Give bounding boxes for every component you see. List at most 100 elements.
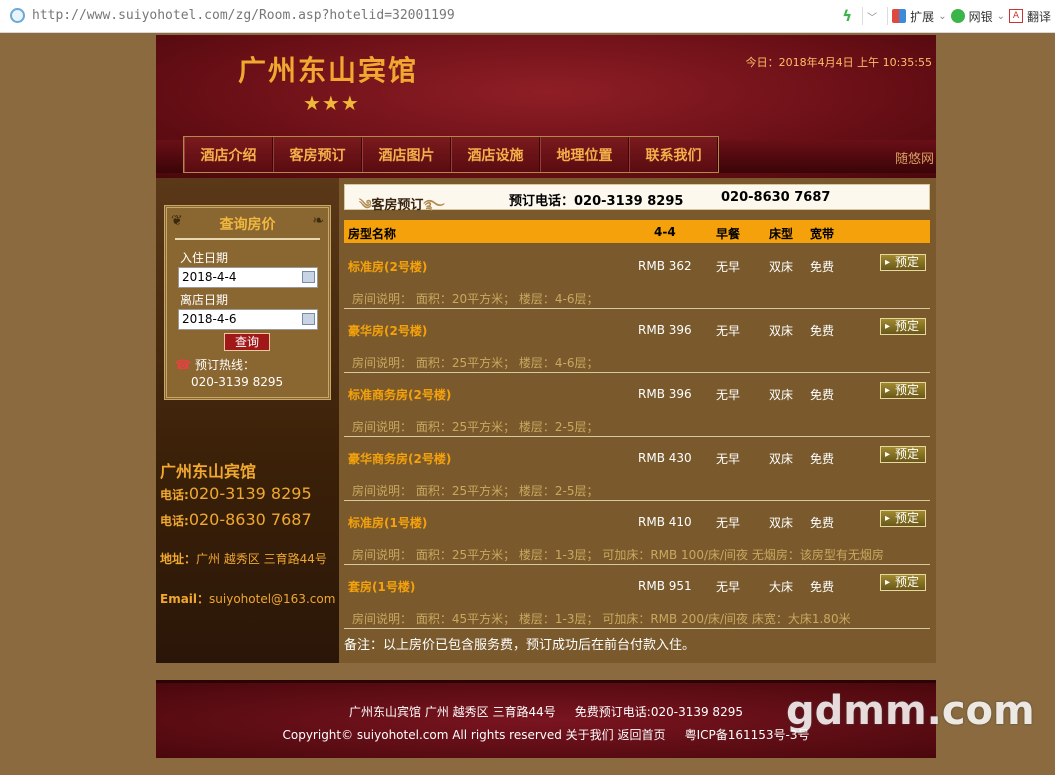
url-field[interactable]: http://www.suiyohotel.com/zg/Room.asp?ho… bbox=[32, 8, 455, 23]
hotline: ☎ 预订热线： bbox=[175, 356, 255, 373]
chevron-down-icon[interactable]: ⌄ bbox=[997, 11, 1005, 22]
left-sidebar: ❦ 查询房价 ❧ 入住日期 2018-4-4 离店日期 2018-4-6 查询 … bbox=[156, 178, 339, 663]
price-query-box: ❦ 查询房价 ❧ 入住日期 2018-4-4 离店日期 2018-4-6 查询 … bbox=[164, 205, 331, 400]
room-broadband: 免费 bbox=[810, 260, 835, 274]
room-row: 标准房(1号楼) RMB 410 无早 双床 免费 预定 房间说明： 面积：25… bbox=[344, 501, 930, 565]
booking-phone-2: 020-8630 7687 bbox=[721, 190, 831, 205]
room-description: 房间说明： 面积：25平方米； 楼层：2-5层； bbox=[352, 420, 599, 434]
book-button[interactable]: 预定 bbox=[880, 382, 926, 399]
room-name[interactable]: 标准房(2号楼) bbox=[348, 258, 427, 275]
book-button[interactable]: 预定 bbox=[880, 254, 926, 271]
divider bbox=[175, 238, 320, 240]
header-broadband: 宽带 bbox=[810, 227, 835, 241]
room-description: 房间说明： 面积：25平方米； 楼层：4-6层； bbox=[352, 356, 599, 370]
checkout-date-field[interactable]: 2018-4-6 bbox=[178, 309, 318, 330]
watermark: gdmm.com bbox=[786, 688, 1035, 734]
price-note: 备注：以上房价已包含服务费，预订成功后在前台付款入住。 bbox=[344, 638, 696, 653]
hotel-name: 广州东山宾馆 bbox=[238, 54, 419, 87]
room-description: 房间说明： 面积：45平方米； 楼层：1-3层； 可加床：RMB 200/床/间… bbox=[352, 612, 851, 626]
room-bed: 双床 bbox=[769, 260, 794, 274]
brand-link[interactable]: 随悠网 bbox=[895, 148, 934, 167]
room-name[interactable]: 套房(1号楼) bbox=[348, 578, 415, 595]
translate-button[interactable]: 翻译 bbox=[1027, 8, 1051, 25]
address-value: 广州 越秀区 三育路44号 bbox=[196, 552, 327, 566]
room-bed: 双床 bbox=[769, 324, 794, 338]
nav-item-contact[interactable]: 联系我们 bbox=[629, 137, 718, 172]
nav-item-location[interactable]: 地理位置 bbox=[540, 137, 629, 172]
room-name[interactable]: 标准房(1号楼) bbox=[348, 514, 427, 531]
header-bed: 床型 bbox=[769, 227, 794, 241]
chevron-down-icon[interactable]: ⌄ bbox=[938, 11, 946, 22]
browser-address-bar: http://www.suiyohotel.com/zg/Room.asp?ho… bbox=[0, 0, 1055, 33]
room-description: 房间说明： 面积：25平方米； 楼层：1-3层； 可加床：RMB 100/床/间… bbox=[352, 548, 884, 562]
room-breakfast: 无早 bbox=[716, 260, 741, 274]
email-value[interactable]: suiyohotel@163.com bbox=[209, 592, 335, 606]
room-bed: 大床 bbox=[769, 580, 794, 594]
contact-tel-1: 电话:020-3139 8295 bbox=[160, 484, 312, 503]
phone-icon: ☎ bbox=[175, 358, 192, 373]
checkout-date-value: 2018-4-6 bbox=[182, 312, 237, 326]
header-date: 4-4 bbox=[654, 225, 676, 239]
tel-number: 020-8630 7687 bbox=[188, 510, 312, 529]
room-broadband: 免费 bbox=[810, 452, 835, 466]
room-price: RMB 396 bbox=[638, 323, 692, 337]
hotel-site: 广州东山宾馆 ★★★ 今日：2018年4月4日 上午 10:35:55 酒店介绍… bbox=[156, 35, 936, 663]
book-button[interactable]: 预定 bbox=[880, 446, 926, 463]
main-content: ༄客房预订࿐ 预订电话：020-3139 8295 020-8630 7687 … bbox=[339, 178, 936, 663]
browser-toolbar: ϟ ﹀ 扩展 ⌄ 网银 ⌄ A 翻译 bbox=[842, 6, 1055, 26]
hotline-number: 020-3139 8295 bbox=[191, 375, 284, 389]
room-row: 标准房(2号楼) RMB 362 无早 双床 免费 预定 房间说明： 面积：20… bbox=[344, 245, 930, 309]
room-row: 豪华商务房(2号楼) RMB 430 无早 双床 免费 预定 房间说明： 面积：… bbox=[344, 437, 930, 501]
book-button[interactable]: 预定 bbox=[880, 510, 926, 527]
translate-icon[interactable]: A bbox=[1008, 9, 1023, 23]
book-button[interactable]: 预定 bbox=[880, 318, 926, 335]
room-breakfast: 无早 bbox=[716, 388, 741, 402]
star-rating: ★★★ bbox=[303, 91, 360, 115]
room-price: RMB 430 bbox=[638, 451, 692, 465]
main-nav: 酒店介绍 客房预订 酒店图片 酒店设施 地理位置 联系我们 bbox=[183, 136, 719, 173]
calendar-icon[interactable] bbox=[302, 271, 315, 283]
contact-address: 地址：广州 越秀区 三育路44号 bbox=[160, 550, 327, 567]
chevron-down-icon[interactable]: ﹀ bbox=[867, 9, 877, 24]
room-bed: 双床 bbox=[769, 452, 794, 466]
room-description: 房间说明： 面积：20平方米； 楼层：4-6层； bbox=[352, 292, 599, 306]
hotline-label: 预订热线： bbox=[195, 358, 256, 372]
page-icon bbox=[10, 8, 25, 23]
booking-phone-1: 预订电话：020-3139 8295 bbox=[509, 194, 684, 209]
book-button[interactable]: 预定 bbox=[880, 574, 926, 591]
header-breakfast: 早餐 bbox=[716, 227, 741, 241]
nav-item-booking[interactable]: 客房预订 bbox=[273, 137, 362, 172]
query-title: 查询房价 bbox=[219, 217, 276, 233]
query-button[interactable]: 查询 bbox=[224, 333, 270, 351]
room-name[interactable]: 豪华商务房(2号楼) bbox=[348, 450, 451, 467]
nav-item-photos[interactable]: 酒店图片 bbox=[362, 137, 451, 172]
address-label: 地址： bbox=[160, 552, 197, 566]
checkin-date-field[interactable]: 2018-4-4 bbox=[178, 267, 318, 288]
bank-icon[interactable] bbox=[950, 9, 965, 23]
speed-mode-icon[interactable]: ϟ bbox=[842, 7, 852, 25]
site-header: 广州东山宾馆 ★★★ 今日：2018年4月4日 上午 10:35:55 酒店介绍… bbox=[156, 35, 936, 178]
checkin-date-value: 2018-4-4 bbox=[182, 270, 237, 284]
room-row: 标准商务房(2号楼) RMB 396 无早 双床 免费 预定 房间说明： 面积：… bbox=[344, 373, 930, 437]
header-room-name: 房型名称 bbox=[348, 227, 397, 241]
bank-button[interactable]: 网银 bbox=[969, 8, 993, 25]
ornament-icon: ❧ bbox=[312, 213, 324, 229]
room-broadband: 免费 bbox=[810, 324, 835, 338]
current-date: 今日：2018年4月4日 上午 10:35:55 bbox=[745, 56, 932, 69]
booking-title-bar: ༄客房预订࿐ 预订电话：020-3139 8295 020-8630 7687 bbox=[344, 184, 930, 213]
extensions-button[interactable]: 扩展 bbox=[910, 8, 934, 25]
room-name[interactable]: 标准商务房(2号楼) bbox=[348, 386, 451, 403]
room-breakfast: 无早 bbox=[716, 324, 741, 338]
room-description: 房间说明： 面积：25平方米； 楼层：2-5层； bbox=[352, 484, 599, 498]
tel-label: 电话: bbox=[160, 514, 189, 528]
checkin-label: 入住日期 bbox=[180, 251, 229, 265]
room-bed: 双床 bbox=[769, 516, 794, 530]
extensions-icon[interactable] bbox=[892, 9, 907, 23]
room-name[interactable]: 豪华房(2号楼) bbox=[348, 322, 427, 339]
calendar-icon[interactable] bbox=[302, 313, 315, 325]
room-price: RMB 396 bbox=[638, 387, 692, 401]
nav-item-facilities[interactable]: 酒店设施 bbox=[451, 137, 540, 172]
nav-item-intro[interactable]: 酒店介绍 bbox=[184, 137, 273, 172]
room-row: 套房(1号楼) RMB 951 无早 大床 免费 预定 房间说明： 面积：45平… bbox=[344, 565, 930, 629]
room-table-header: 房型名称 4-4 早餐 床型 宽带 bbox=[344, 220, 930, 243]
